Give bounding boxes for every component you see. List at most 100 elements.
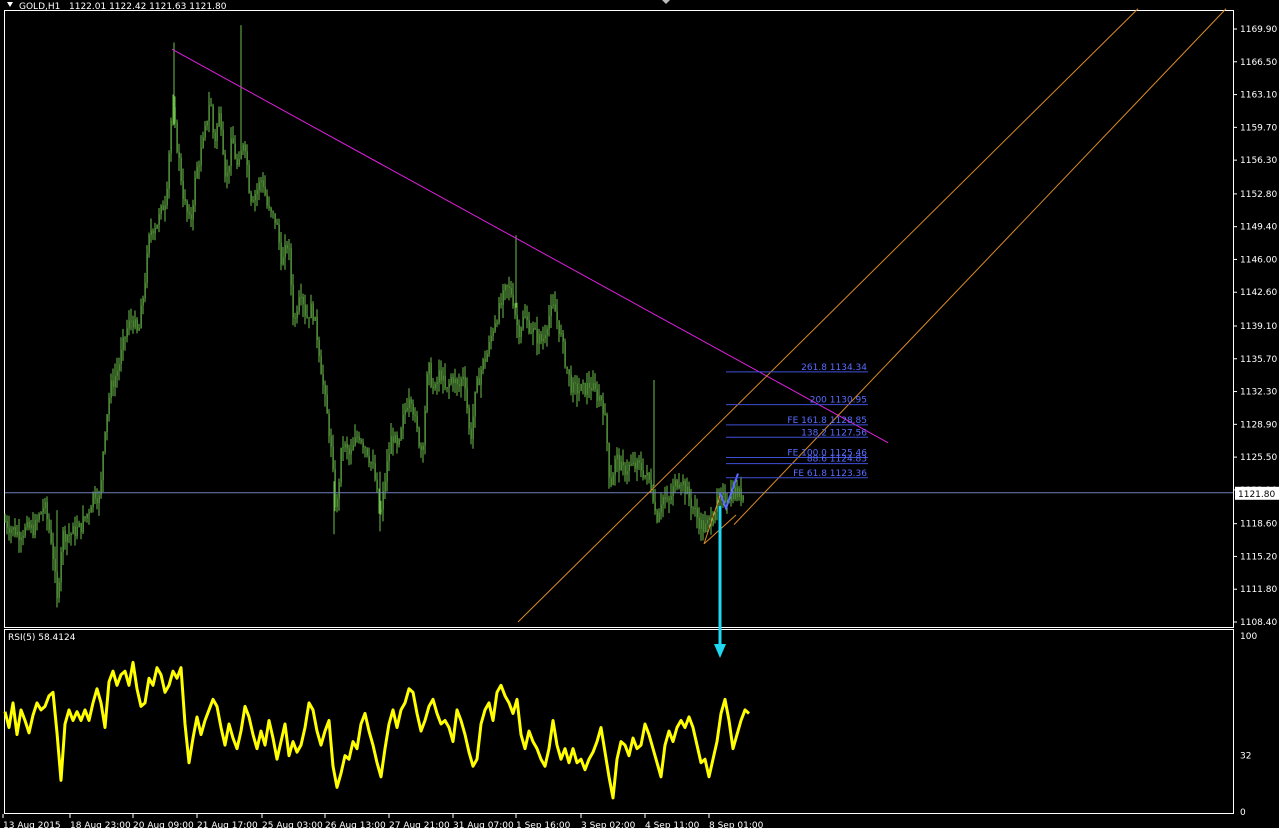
candle-body — [596, 389, 598, 401]
candle-body — [644, 475, 646, 478]
candle-body — [560, 333, 562, 335]
price-tick-label: 1111.80 — [1240, 585, 1277, 595]
price-tick-label: 1169.90 — [1240, 25, 1277, 35]
candle-body — [328, 413, 330, 437]
candle-body — [258, 182, 260, 191]
candle-body — [602, 400, 604, 415]
candle-body — [682, 481, 684, 485]
candle-body — [356, 436, 358, 438]
candle-body — [692, 507, 694, 509]
candle-body — [28, 521, 30, 529]
candle-body — [312, 303, 314, 321]
candle-body — [510, 288, 512, 295]
candle-body — [708, 517, 710, 520]
candle-body — [218, 113, 220, 126]
candle-body — [322, 374, 324, 385]
candle-body — [702, 519, 704, 532]
candle-body — [84, 516, 86, 518]
candle-body — [470, 428, 472, 439]
fib-level-label: 261.8 1134.34 — [801, 363, 867, 373]
candle-body — [462, 376, 464, 379]
candle-body — [624, 465, 626, 475]
price-tick-label: 1149.40 — [1240, 223, 1277, 233]
candle-body — [436, 382, 438, 384]
candle-body — [622, 461, 624, 466]
rsi-line — [3, 660, 750, 800]
candle-body — [736, 487, 738, 497]
candle-body — [280, 242, 282, 265]
candle-body — [660, 504, 662, 513]
candle-body — [416, 415, 418, 429]
candle-body — [76, 527, 78, 537]
candle-body — [492, 331, 494, 336]
candle-body — [610, 477, 612, 486]
candle-body — [120, 349, 122, 365]
candle-body — [410, 399, 412, 404]
candle-body — [256, 190, 258, 195]
candle-body — [18, 531, 20, 540]
candle-body — [414, 414, 416, 416]
candle-body — [442, 375, 444, 381]
time-tick-label: 1 Sep 16:00 — [516, 821, 571, 828]
candle-body — [554, 304, 556, 312]
candle-body — [114, 375, 116, 388]
candle-body — [48, 519, 50, 530]
candle-body — [536, 329, 538, 344]
candle-body — [164, 205, 166, 211]
candle-body — [110, 380, 112, 398]
candle-body — [98, 495, 100, 504]
price-tick-label: 1132.30 — [1240, 388, 1277, 398]
candle-body — [180, 157, 182, 181]
candle-body — [476, 378, 478, 392]
time-tick-label: 13 Aug 2015 — [3, 821, 61, 828]
candle-body — [80, 523, 82, 533]
candle-body — [508, 286, 510, 289]
candle-body — [656, 510, 658, 522]
price-tick-label: 1128.90 — [1240, 420, 1277, 430]
candle-body — [374, 463, 376, 480]
channel-line[interactable] — [517, 8, 1139, 623]
candle-body — [152, 230, 154, 234]
candle-body — [676, 480, 678, 488]
candle-body — [130, 320, 132, 322]
candle-body — [724, 493, 726, 503]
candle-body — [666, 498, 668, 500]
fibonacci-levels[interactable]: 261.8 1134.34 200 1130.95 FE 161.8 1128.85… — [726, 363, 868, 479]
candle-body — [176, 122, 178, 152]
candle-body — [474, 391, 476, 417]
collapse-triangle-icon[interactable] — [7, 2, 13, 7]
candle-body — [284, 245, 286, 258]
candle-body — [694, 507, 696, 509]
candle-body — [70, 534, 72, 536]
candle-body — [154, 228, 156, 234]
candle-body — [550, 305, 552, 317]
candle-body — [486, 353, 488, 362]
rsi-tick-label: 0 — [1240, 808, 1246, 818]
fib-level-label: FE 61.8 1123.36 — [793, 469, 867, 479]
candle-body — [454, 379, 456, 384]
candle-body — [58, 582, 60, 598]
candle-body — [306, 315, 308, 318]
candle-body — [450, 377, 452, 384]
chart-canvas[interactable]: GOLD,H1 1122.01 1122.42 1121.63 1121.80 … — [0, 0, 1279, 828]
candle-body — [424, 411, 426, 446]
candle-body — [430, 363, 432, 387]
candle-body — [592, 383, 594, 391]
candle-body — [526, 316, 528, 321]
candle-body — [366, 448, 368, 456]
candle-body — [142, 298, 144, 306]
candle-body — [314, 316, 316, 321]
channel-line[interactable] — [733, 8, 1227, 525]
fib-level-label: 200 1130.95 — [810, 396, 867, 406]
candle-body — [434, 383, 436, 389]
candle-body — [34, 520, 36, 536]
candle-body — [446, 387, 448, 389]
candle-body — [576, 383, 578, 394]
candle-body — [210, 105, 212, 107]
candle-body — [60, 552, 62, 583]
candle-body — [428, 363, 430, 375]
candle-body — [86, 514, 88, 518]
candle-body — [242, 144, 244, 151]
candle-body — [220, 113, 222, 130]
candle-body — [504, 285, 506, 291]
